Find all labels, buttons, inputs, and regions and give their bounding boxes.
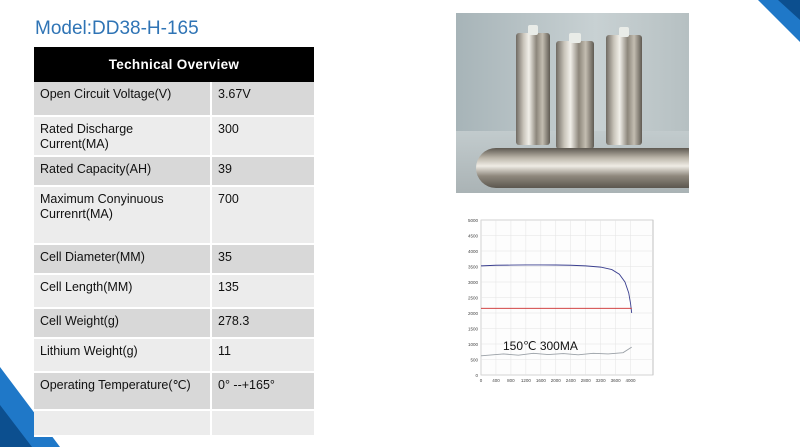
row-label: Rated Discharge Current(MA) bbox=[34, 116, 212, 157]
table-header: Technical Overview bbox=[34, 47, 314, 82]
x-tick-label: 2400 bbox=[566, 378, 577, 383]
row-label: Cell Length(MM) bbox=[34, 274, 212, 309]
corner-decoration-top-right bbox=[758, 0, 800, 42]
row-label: Cell Weight(g) bbox=[34, 308, 212, 339]
row-label: Open Circuit Voltage(V) bbox=[34, 82, 212, 117]
table-row: Rated Capacity(AH) 39 bbox=[34, 156, 314, 187]
battery-cells-photo bbox=[456, 13, 689, 193]
battery-cell bbox=[516, 25, 550, 145]
row-value: 3.67V bbox=[211, 82, 314, 117]
table-row: Cell Length(MM) 135 bbox=[34, 274, 314, 309]
battery-cell bbox=[556, 33, 594, 149]
x-tick-label: 3600 bbox=[611, 378, 622, 383]
y-tick-label: 4500 bbox=[468, 234, 479, 239]
y-tick-label: 1000 bbox=[468, 342, 479, 347]
table-row: Maximum Conyinuous Currenrt(MA) 700 bbox=[34, 186, 314, 245]
x-tick-label: 3200 bbox=[596, 378, 607, 383]
chart-annotation: 150℃ 300MA bbox=[503, 339, 578, 353]
y-tick-label: 3500 bbox=[468, 265, 479, 270]
row-value: 39 bbox=[211, 156, 314, 187]
table-row: Open Circuit Voltage(V) 3.67V bbox=[34, 82, 314, 117]
table-row bbox=[34, 410, 314, 437]
row-value: 35 bbox=[211, 244, 314, 275]
y-tick-label: 500 bbox=[470, 358, 478, 363]
y-tick-label: 2000 bbox=[468, 311, 479, 316]
y-tick-label: 2500 bbox=[468, 296, 479, 301]
row-label: Maximum Conyinuous Currenrt(MA) bbox=[34, 186, 212, 245]
table-row: Lithium Weight(g) 11 bbox=[34, 338, 314, 373]
y-tick-label: 5000 bbox=[468, 218, 479, 223]
row-value: 278.3 bbox=[211, 308, 314, 339]
y-tick-label: 3000 bbox=[468, 280, 479, 285]
x-tick-label: 1600 bbox=[536, 378, 547, 383]
row-value: 11 bbox=[211, 338, 314, 373]
row-value: 300 bbox=[211, 116, 314, 157]
x-tick-label: 2800 bbox=[581, 378, 592, 383]
x-tick-label: 4000 bbox=[626, 378, 637, 383]
row-label: Operating Temperature(℃) bbox=[34, 372, 212, 411]
battery-cell-lying bbox=[476, 148, 689, 188]
battery-cell bbox=[606, 27, 642, 145]
x-tick-label: 1200 bbox=[521, 378, 532, 383]
x-tick-label: 2000 bbox=[551, 378, 562, 383]
row-label bbox=[34, 410, 212, 437]
technical-overview-table: Technical Overview Open Circuit Voltage(… bbox=[34, 47, 314, 437]
table-row: Operating Temperature(℃) 0° --+165° bbox=[34, 372, 314, 411]
discharge-chart: 0 400 800 1200 1600 2000 2400 2800 3200 3600 4000 … bbox=[455, 210, 685, 385]
row-value: 0° --+165° bbox=[211, 372, 314, 411]
row-label: Cell Diameter(MM) bbox=[34, 244, 212, 275]
x-tick-label: 800 bbox=[507, 378, 515, 383]
row-value bbox=[211, 410, 314, 437]
table-row: Cell Diameter(MM) 35 bbox=[34, 244, 314, 275]
row-value: 135 bbox=[211, 274, 314, 309]
row-label: Rated Capacity(AH) bbox=[34, 156, 212, 187]
y-tick-label: 1500 bbox=[468, 327, 479, 332]
table-row: Rated Discharge Current(MA) 300 bbox=[34, 116, 314, 157]
row-value: 700 bbox=[211, 186, 314, 245]
y-tick-label: 4000 bbox=[468, 249, 479, 254]
table-row: Cell Weight(g) 278.3 bbox=[34, 308, 314, 339]
row-label: Lithium Weight(g) bbox=[34, 338, 212, 373]
x-tick-label: 400 bbox=[492, 378, 500, 383]
page-title: Model:DD38-H-165 bbox=[35, 18, 199, 39]
